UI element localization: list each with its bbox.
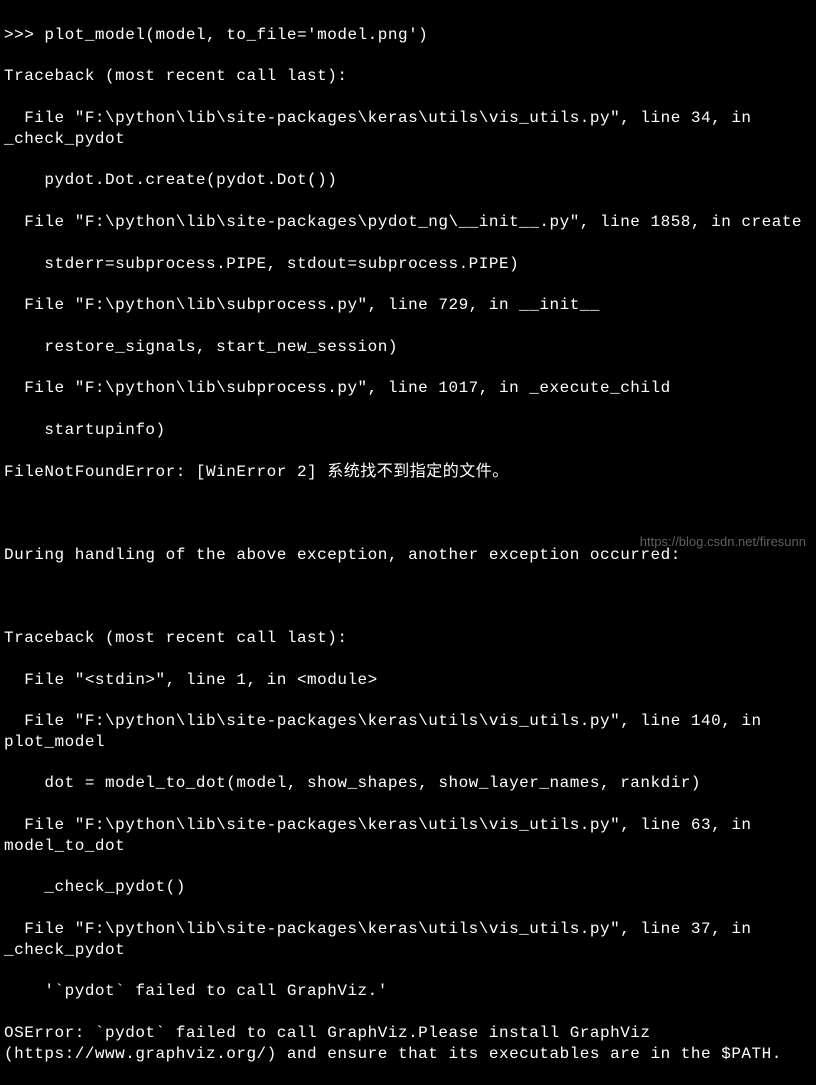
- terminal-line: File "F:\python\lib\site-packages\keras\…: [4, 919, 812, 961]
- terminal-line: restore_signals, start_new_session): [4, 337, 812, 358]
- terminal-line: File "F:\python\lib\site-packages\pydot_…: [4, 212, 812, 233]
- terminal-line: [4, 586, 812, 607]
- terminal-line: File "F:\python\lib\subprocess.py", line…: [4, 295, 812, 316]
- terminal-line: '`pydot` failed to call GraphViz.': [4, 981, 812, 1002]
- watermark-text: https://blog.csdn.net/firesunn: [640, 534, 806, 551]
- terminal-line: File "F:\python\lib\subprocess.py", line…: [4, 378, 812, 399]
- terminal-line: startupinfo): [4, 420, 812, 441]
- terminal-line: Traceback (most recent call last):: [4, 628, 812, 649]
- terminal-line: File "<stdin>", line 1, in <module>: [4, 670, 812, 691]
- terminal-line: File "F:\python\lib\site-packages\keras\…: [4, 108, 812, 150]
- terminal-line: File "F:\python\lib\site-packages\keras\…: [4, 711, 812, 753]
- terminal-line: pydot.Dot.create(pydot.Dot()): [4, 170, 812, 191]
- terminal-line: File "F:\python\lib\site-packages\keras\…: [4, 815, 812, 857]
- terminal-line: [4, 503, 812, 524]
- terminal-line: FileNotFoundError: [WinError 2] 系统找不到指定的…: [4, 462, 812, 483]
- terminal-line: OSError: `pydot` failed to call GraphViz…: [4, 1023, 812, 1065]
- terminal-line: _check_pydot(): [4, 877, 812, 898]
- terminal-line: dot = model_to_dot(model, show_shapes, s…: [4, 773, 812, 794]
- terminal-line: stderr=subprocess.PIPE, stdout=subproces…: [4, 254, 812, 275]
- terminal-line: Traceback (most recent call last):: [4, 66, 812, 87]
- terminal-line: >>> plot_model(model, to_file='model.png…: [4, 25, 812, 46]
